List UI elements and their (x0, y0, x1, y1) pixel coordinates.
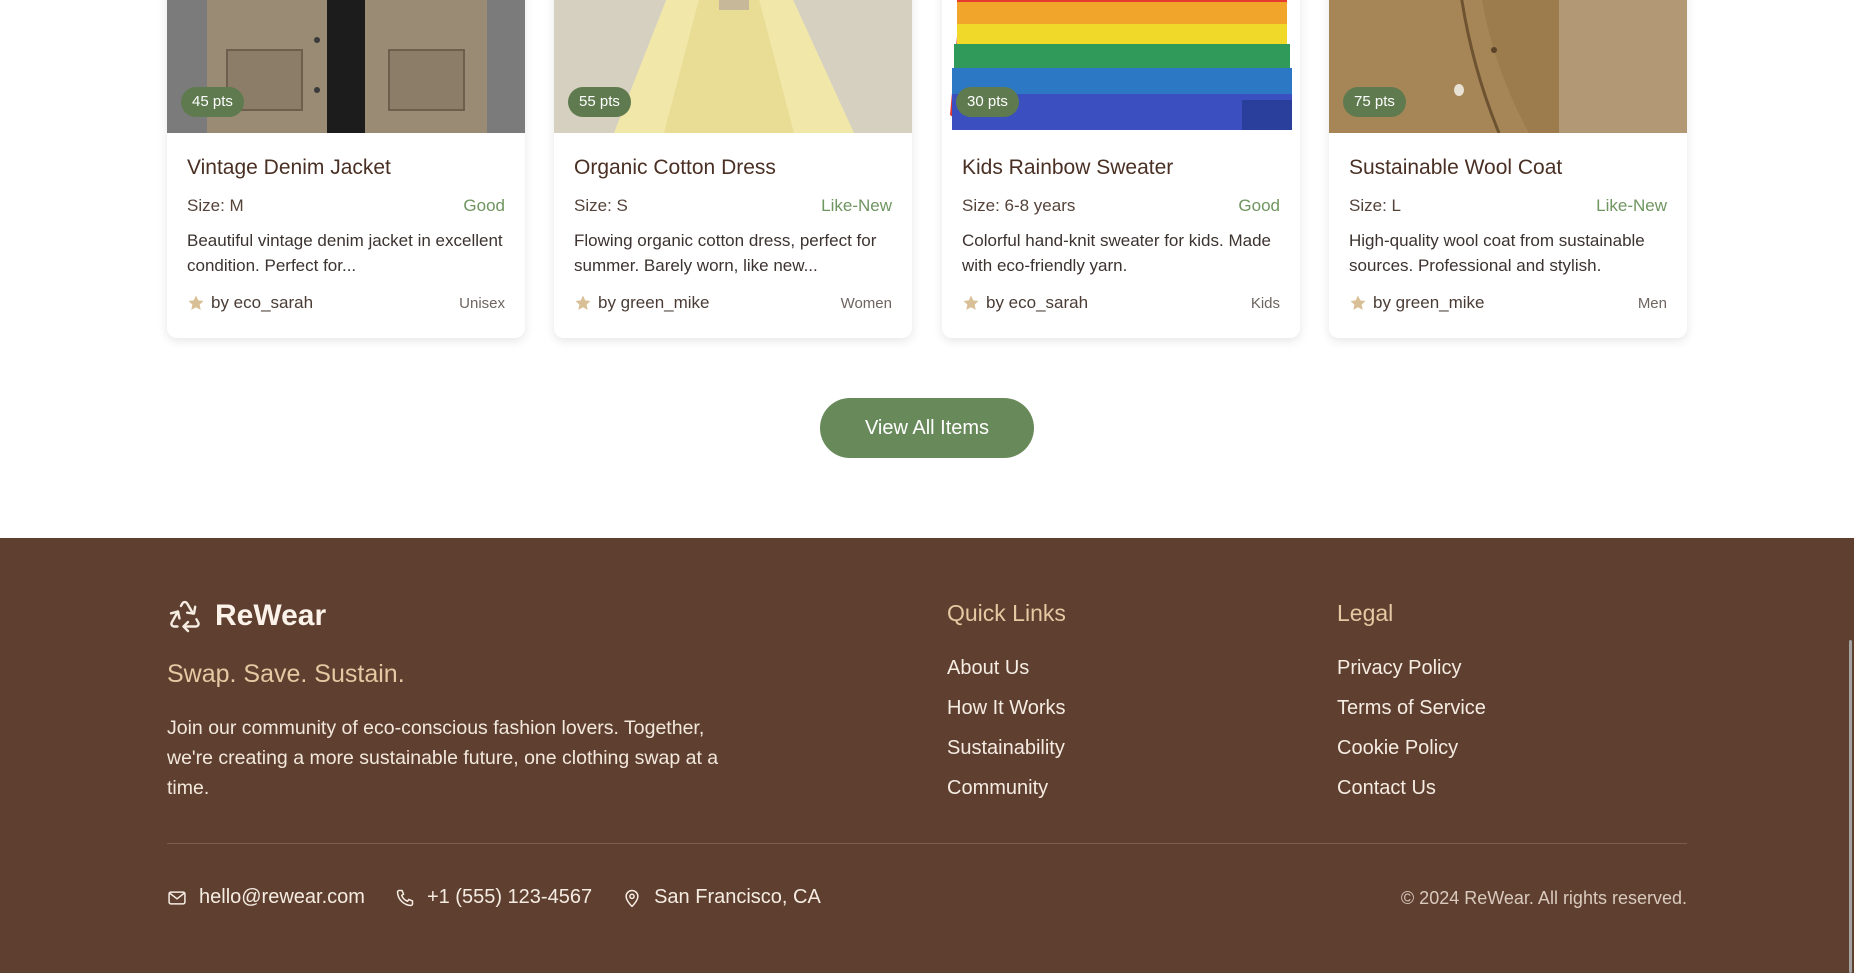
footer-link-how-it-works[interactable]: How It Works (947, 688, 1066, 728)
item-card[interactable]: 30 pts Kids Rainbow Sweater Size: 6-8 ye… (942, 0, 1300, 338)
item-category: Unisex (459, 295, 505, 312)
owner-name: by green_mike (1373, 293, 1485, 312)
item-card[interactable]: 75 pts Sustainable Wool Coat Size: L Lik… (1329, 0, 1687, 338)
copyright: © 2024 ReWear. All rights reserved. (1400, 888, 1687, 908)
quick-links-title: Quick Links (947, 600, 1066, 626)
footer-link-contact-us[interactable]: Contact Us (1337, 768, 1486, 808)
points-badge: 45 pts (181, 87, 244, 117)
recycle-icon (169, 600, 200, 633)
location-pin-icon (625, 889, 639, 907)
item-description: Flowing organic cotton dress, perfect fo… (574, 231, 877, 275)
mail-icon (168, 890, 186, 905)
item-condition: Good (1238, 196, 1280, 215)
contact-location-text: San Francisco, CA (654, 886, 821, 908)
legal-list: Privacy Policy Terms of Service Cookie P… (1337, 648, 1486, 808)
footer-divider (167, 843, 1687, 844)
item-category: Men (1637, 295, 1667, 312)
star-icon (1350, 295, 1366, 310)
item-owner: by eco_sarah (962, 293, 1088, 313)
item-condition: Like-New (1596, 196, 1667, 215)
item-size: Size: L (1349, 196, 1401, 215)
footer-about: Join our community of eco-conscious fash… (167, 717, 719, 799)
item-card[interactable]: 45 pts Vintage Denim Jacket Size: M Good… (167, 0, 525, 338)
item-size: Size: S (574, 196, 628, 215)
item-grid: 45 pts Vintage Denim Jacket Size: M Good… (167, 0, 1687, 338)
item-category: Kids (1250, 295, 1280, 312)
footer-contacts: hello@rewear.com +1 (555) 123-4567 San F… (167, 886, 851, 909)
footer-link-community[interactable]: Community (947, 768, 1066, 808)
footer-link-privacy-policy[interactable]: Privacy Policy (1337, 648, 1486, 688)
item-image[interactable]: 55 pts (554, 0, 912, 133)
item-owner: by eco_sarah (187, 293, 313, 313)
points-badge: 75 pts (1343, 87, 1406, 117)
footer-brand[interactable]: ReWear (167, 598, 326, 634)
item-image[interactable]: 30 pts (942, 0, 1300, 133)
page: 45 pts Vintage Denim Jacket Size: M Good… (0, 0, 1854, 973)
item-description: High-quality wool coat from sustainable … (1349, 231, 1645, 275)
footer-brand-name: ReWear (215, 599, 327, 632)
item-description: Colorful hand-knit sweater for kids. Mad… (962, 231, 1271, 275)
item-title[interactable]: Organic Cotton Dress (574, 156, 776, 180)
star-icon (575, 295, 591, 310)
footer-link-cookie-policy[interactable]: Cookie Policy (1337, 728, 1486, 768)
item-size: Size: 6-8 years (962, 196, 1076, 215)
item-image[interactable]: 45 pts (167, 0, 525, 133)
footer-tagline: Swap. Save. Sustain. (167, 660, 405, 688)
page-scrollbar[interactable] (1849, 640, 1852, 973)
points-badge: 30 pts (956, 87, 1019, 117)
item-title[interactable]: Kids Rainbow Sweater (962, 156, 1173, 180)
item-size: Size: M (187, 196, 244, 215)
owner-name: by eco_sarah (986, 293, 1089, 312)
footer-link-sustainability[interactable]: Sustainability (947, 728, 1066, 768)
contact-phone[interactable]: +1 (555) 123-4567 (395, 886, 592, 909)
points-badge: 55 pts (568, 87, 631, 117)
contact-phone-text: +1 (555) 123-4567 (426, 886, 593, 908)
quick-links-list: About Us How It Works Sustainability Com… (947, 648, 1066, 808)
footer-link-about-us[interactable]: About Us (947, 648, 1066, 688)
legal-title: Legal (1337, 600, 1394, 626)
item-category: Women (840, 295, 892, 312)
item-condition: Good (463, 196, 505, 215)
item-description: Beautiful vintage denim jacket in excell… (187, 231, 503, 275)
item-owner: by green_mike (574, 293, 710, 313)
owner-name: by eco_sarah (211, 293, 314, 312)
contact-email-text: hello@rewear.com (199, 886, 365, 908)
item-condition: Like-New (821, 196, 892, 215)
star-icon (963, 295, 979, 310)
footer-link-terms-of-service[interactable]: Terms of Service (1337, 688, 1486, 728)
footer: ReWear Swap. Save. Sustain. Join our com… (0, 538, 1854, 973)
item-title[interactable]: Sustainable Wool Coat (1349, 156, 1562, 180)
view-all-items-button[interactable]: View All Items (820, 398, 1034, 458)
item-owner: by green_mike (1349, 293, 1485, 313)
owner-name: by green_mike (598, 293, 710, 312)
item-card[interactable]: 55 pts Organic Cotton Dress Size: S Like… (554, 0, 912, 338)
contact-location[interactable]: San Francisco, CA (622, 886, 821, 909)
item-title[interactable]: Vintage Denim Jacket (187, 156, 391, 180)
item-image[interactable]: 75 pts (1329, 0, 1687, 133)
phone-icon (396, 889, 414, 906)
star-icon (188, 295, 204, 310)
contact-email[interactable]: hello@rewear.com (167, 886, 365, 909)
